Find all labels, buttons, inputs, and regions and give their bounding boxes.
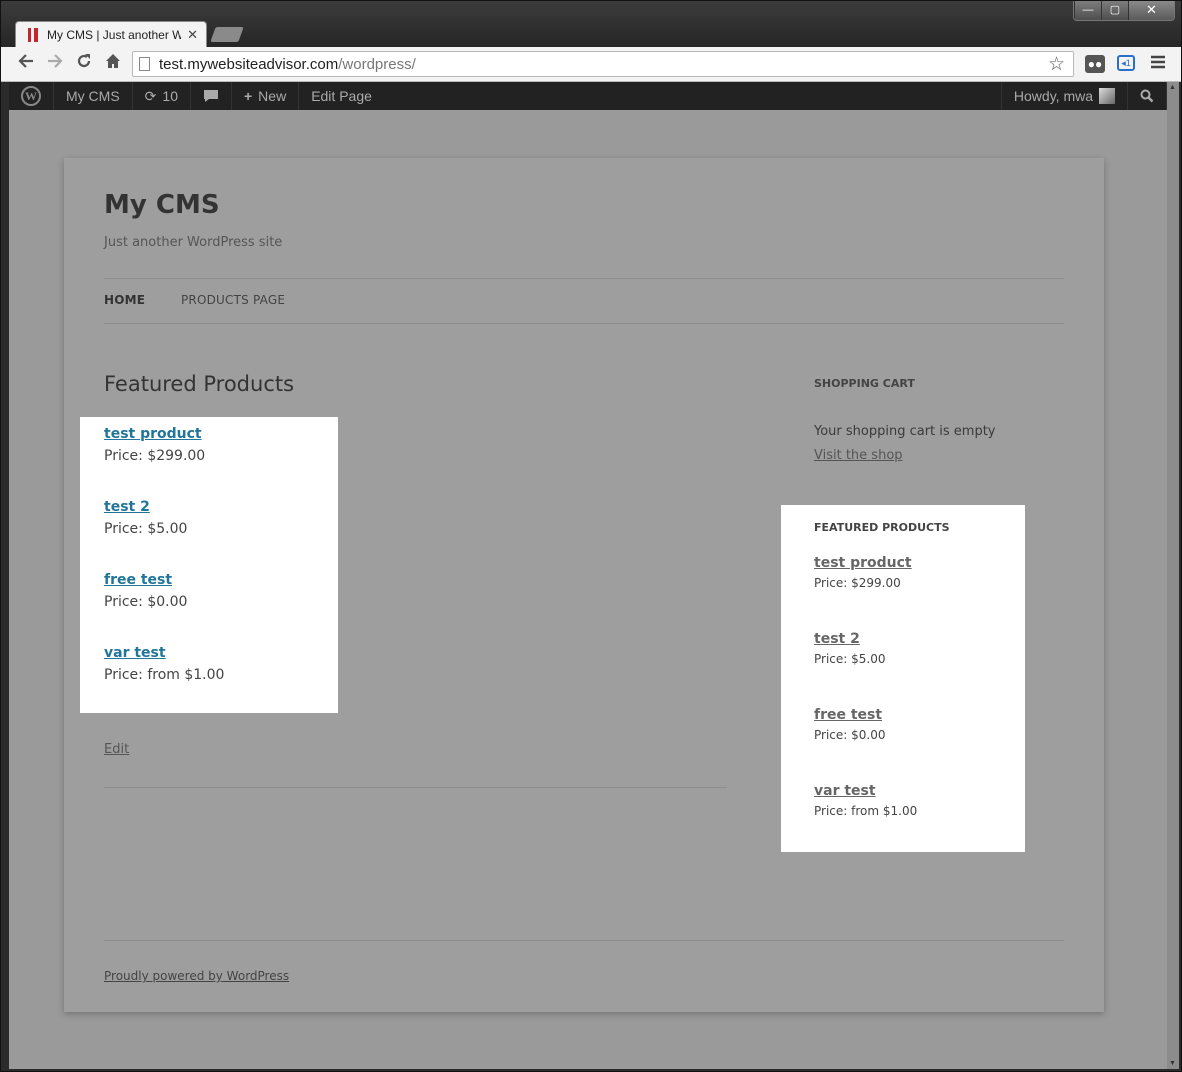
url-path: /wordpress/ [338, 55, 416, 73]
product-price: Price: $299.00 [814, 576, 901, 590]
plus-icon: + [243, 88, 253, 104]
page-content: My CMS Just another WordPress site HOME … [64, 158, 1104, 1012]
window-controls: — ▢ ✕ [1073, 1, 1175, 21]
list-item: test product Price: $299.00 [814, 555, 1025, 631]
admin-updates[interactable]: ⟳ 10 [133, 82, 191, 110]
featured-products-list: test product Price: $299.00 test 2 Price… [80, 417, 338, 713]
shopping-cart-title: SHOPPING CART [814, 377, 915, 390]
scroll-down-icon[interactable]: ▼ [1169, 1060, 1176, 1067]
admin-edit-page[interactable]: Edit Page [299, 82, 384, 110]
powered-by-link[interactable]: Proudly powered by WordPress [104, 969, 289, 983]
list-item: var test Price: from $1.00 [814, 783, 1025, 859]
list-item: var test Price: from $1.00 [104, 645, 338, 718]
comments-icon[interactable] [191, 82, 232, 110]
extension-icon-2[interactable]: ◂1 [1117, 55, 1135, 71]
product-link[interactable]: free test [104, 572, 338, 588]
browser-window: My CMS | Just another Wo ✕ — ▢ ✕ test.my… [0, 0, 1182, 1072]
updates-icon: ⟳ [144, 87, 157, 104]
product-link[interactable]: var test [104, 645, 338, 661]
product-price: Price: $5.00 [814, 652, 886, 666]
divider [104, 787, 727, 788]
divider [104, 278, 1064, 279]
vertical-scrollbar[interactable]: ▲ ▼ [1167, 82, 1179, 1069]
product-link[interactable]: test 2 [814, 631, 1025, 647]
address-bar[interactable]: test.mywebsiteadvisor.com/wordpress/ ☆ [132, 51, 1074, 77]
page-viewport: W My CMS ⟳ 10 + New Edit Page Howdy, mwa [9, 82, 1167, 1069]
product-link[interactable]: free test [814, 707, 1025, 723]
product-price: Price: $5.00 [104, 521, 188, 537]
product-price: Price: from $1.00 [104, 667, 225, 683]
product-price: Price: $0.00 [104, 594, 188, 610]
list-item: test 2 Price: $5.00 [814, 631, 1025, 707]
title-bar: My CMS | Just another Wo ✕ — ▢ ✕ [1, 1, 1181, 47]
menu-icon[interactable] [1146, 52, 1170, 76]
site-title[interactable]: My CMS [104, 190, 220, 220]
featured-products-widget: FEATURED PRODUCTS test product Price: $2… [781, 505, 1025, 852]
favicon-icon [28, 27, 38, 42]
admin-search-icon[interactable] [1128, 82, 1167, 110]
product-link[interactable]: test product [814, 555, 1025, 571]
howdy-label: Howdy, mwa [1013, 88, 1093, 104]
admin-new[interactable]: + New [232, 82, 300, 110]
admin-account[interactable]: Howdy, mwa [1000, 82, 1128, 110]
product-link[interactable]: var test [814, 783, 1025, 799]
cart-status: Your shopping cart is empty [814, 424, 996, 439]
product-link[interactable]: test 2 [104, 499, 338, 515]
product-price: Price: $299.00 [104, 448, 206, 464]
list-item: free test Price: $0.00 [814, 707, 1025, 783]
product-link[interactable]: test product [104, 426, 338, 442]
product-price: Price: $0.00 [814, 728, 886, 742]
url-host: test.mywebsiteadvisor.com [159, 55, 339, 73]
tab-title: My CMS | Just another Wo [47, 27, 182, 42]
star-icon[interactable]: ☆ [1048, 53, 1065, 76]
tab-close-icon[interactable]: ✕ [187, 27, 198, 43]
divider [104, 940, 1064, 941]
reload-icon[interactable] [72, 52, 96, 76]
avatar [1099, 88, 1115, 104]
list-item: free test Price: $0.00 [104, 572, 338, 645]
product-price: Price: from $1.00 [814, 804, 918, 818]
list-item: test 2 Price: $5.00 [104, 499, 338, 572]
home-icon[interactable] [101, 52, 125, 76]
forward-arrow-icon[interactable] [43, 52, 67, 76]
browser-toolbar: test.mywebsiteadvisor.com/wordpress/ ☆ ●… [1, 47, 1181, 82]
list-item: test product Price: $299.00 [104, 426, 338, 499]
wordpress-logo-icon[interactable]: W [9, 82, 54, 110]
admin-new-label: New [258, 88, 287, 104]
site-description: Just another WordPress site [104, 235, 283, 250]
updates-count: 10 [162, 88, 178, 104]
back-arrow-icon[interactable] [14, 52, 38, 76]
page-title: Featured Products [104, 372, 295, 396]
wp-admin-bar: W My CMS ⟳ 10 + New Edit Page Howdy, mwa [9, 82, 1167, 110]
page-icon [139, 57, 150, 71]
extension-icon[interactable]: ●● [1085, 55, 1105, 73]
edit-link[interactable]: Edit [104, 742, 129, 757]
divider [104, 323, 1064, 324]
nav-home[interactable]: HOME [104, 293, 145, 307]
widget-title: FEATURED PRODUCTS [814, 521, 950, 534]
close-window-button[interactable]: ✕ [1128, 1, 1174, 20]
browser-tab[interactable]: My CMS | Just another Wo ✕ [15, 21, 207, 47]
maximize-button[interactable]: ▢ [1101, 1, 1128, 20]
visit-shop-link[interactable]: Visit the shop [814, 448, 903, 463]
minimize-button[interactable]: — [1074, 1, 1101, 20]
admin-site-name[interactable]: My CMS [54, 82, 133, 110]
new-tab-button[interactable] [210, 27, 244, 42]
scroll-up-icon[interactable]: ▲ [1169, 84, 1176, 91]
nav-products-page[interactable]: PRODUCTS PAGE [181, 293, 285, 307]
